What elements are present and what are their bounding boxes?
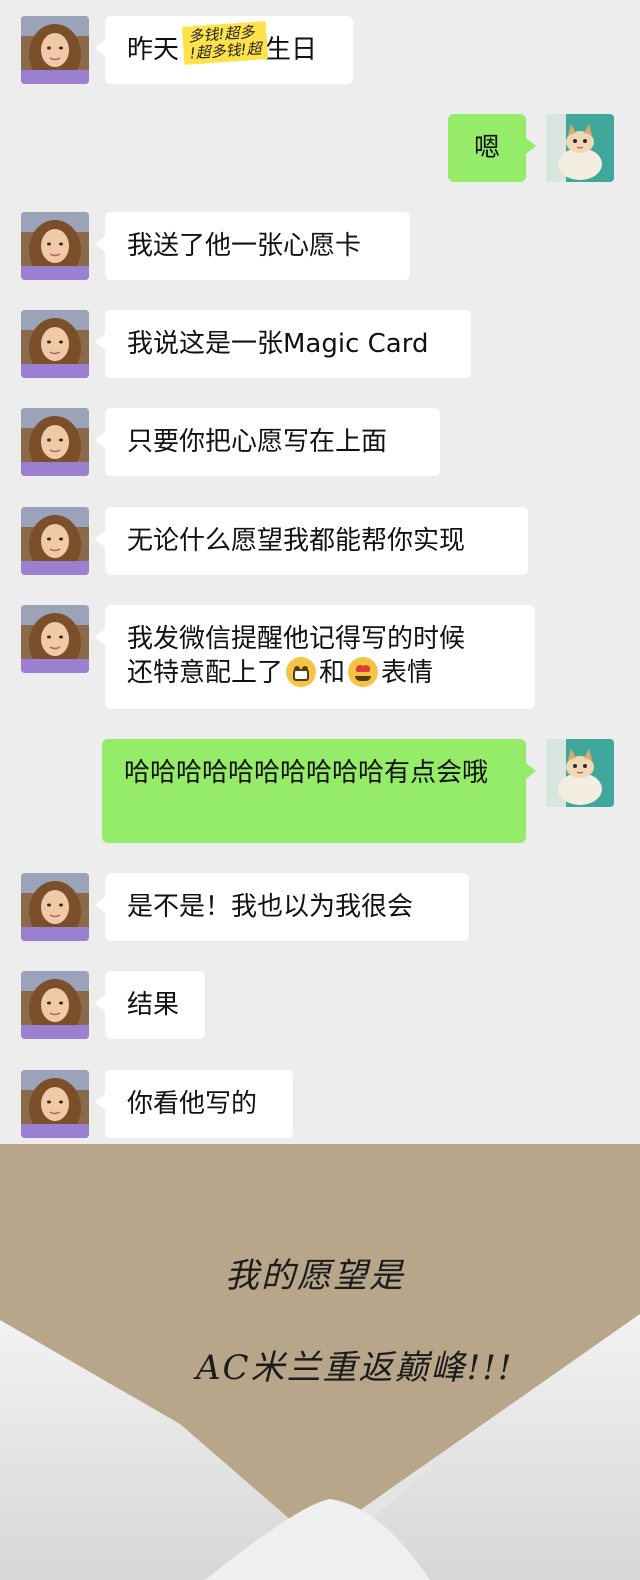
message-text: 我说这是一张Magic Card xyxy=(127,329,429,359)
contact-avatar[interactable] xyxy=(21,971,89,1039)
sticker-overlay: 多钱!超多 !超多钱!超 xyxy=(181,21,269,65)
contact-avatar[interactable] xyxy=(21,507,89,575)
message-text: 无论什么愿望我都能帮你实现 xyxy=(127,526,466,556)
message-text: 和 xyxy=(319,658,346,688)
message-bubble[interactable]: 昨天 生日 多钱!超多 !超多钱!超 xyxy=(95,16,353,84)
self-avatar[interactable] xyxy=(546,114,614,182)
heart-eyes-emoji-icon xyxy=(348,657,379,687)
message-text: 还特意配上了 xyxy=(127,658,284,688)
message-bubble[interactable]: 是不是！我也以为我很会 xyxy=(95,873,469,941)
message-text-line: 我发微信提醒他记得写的时候 xyxy=(127,624,466,654)
message-text: 只要你把心愿写在上面 xyxy=(127,427,388,457)
message-bubble[interactable]: 只要你把心愿写在上面 xyxy=(95,408,440,476)
message-text: 嗯 xyxy=(473,133,500,163)
message-text: 昨天 xyxy=(127,35,180,65)
message-text: 我送了他一张心愿卡 xyxy=(127,231,362,261)
contact-avatar[interactable] xyxy=(21,212,89,280)
message-text-line: 还特意配上了 和 表情 xyxy=(127,656,513,690)
message-text: 是不是！我也以为我很会 xyxy=(127,892,414,922)
message-bubble[interactable]: 我说这是一张Magic Card xyxy=(95,310,471,378)
sticker-line: !超多钱!超 xyxy=(189,39,263,63)
contact-avatar[interactable] xyxy=(21,310,89,378)
contact-avatar[interactable] xyxy=(21,873,89,941)
contact-avatar[interactable] xyxy=(21,408,89,476)
contact-avatar[interactable] xyxy=(21,1070,89,1138)
contact-avatar[interactable] xyxy=(21,605,89,673)
message-bubble[interactable]: 你看他写的 xyxy=(95,1070,293,1138)
grimacing-emoji-icon xyxy=(286,657,317,687)
message-bubble[interactable]: 我发微信提醒他记得写的时候 还特意配上了 和 表情 xyxy=(95,605,535,709)
wish-card-photo: 我的愿望是 AC米兰重返巅峰!!! xyxy=(0,1144,640,1580)
message-bubble[interactable]: 我送了他一张心愿卡 xyxy=(95,212,410,280)
message-text: 你看他写的 xyxy=(127,1089,258,1119)
message-bubble[interactable]: 结果 xyxy=(95,971,205,1039)
message-bubble[interactable]: 无论什么愿望我都能帮你实现 xyxy=(95,507,528,575)
handwritten-line: 我的愿望是 xyxy=(225,1256,405,1296)
self-avatar[interactable] xyxy=(546,739,614,807)
message-text: 哈哈哈哈哈哈哈哈哈哈有点会哦 xyxy=(124,758,489,788)
message-text: 结果 xyxy=(127,990,180,1020)
message-text: 表情 xyxy=(381,658,434,688)
message-text-after: 生日 xyxy=(265,35,318,65)
contact-avatar[interactable] xyxy=(21,16,89,84)
message-bubble[interactable]: 哈哈哈哈哈哈哈哈哈哈有点会哦 xyxy=(102,739,536,843)
message-bubble[interactable]: 嗯 xyxy=(448,114,536,182)
handwritten-line: AC米兰重返巅峰!!! xyxy=(196,1348,514,1388)
